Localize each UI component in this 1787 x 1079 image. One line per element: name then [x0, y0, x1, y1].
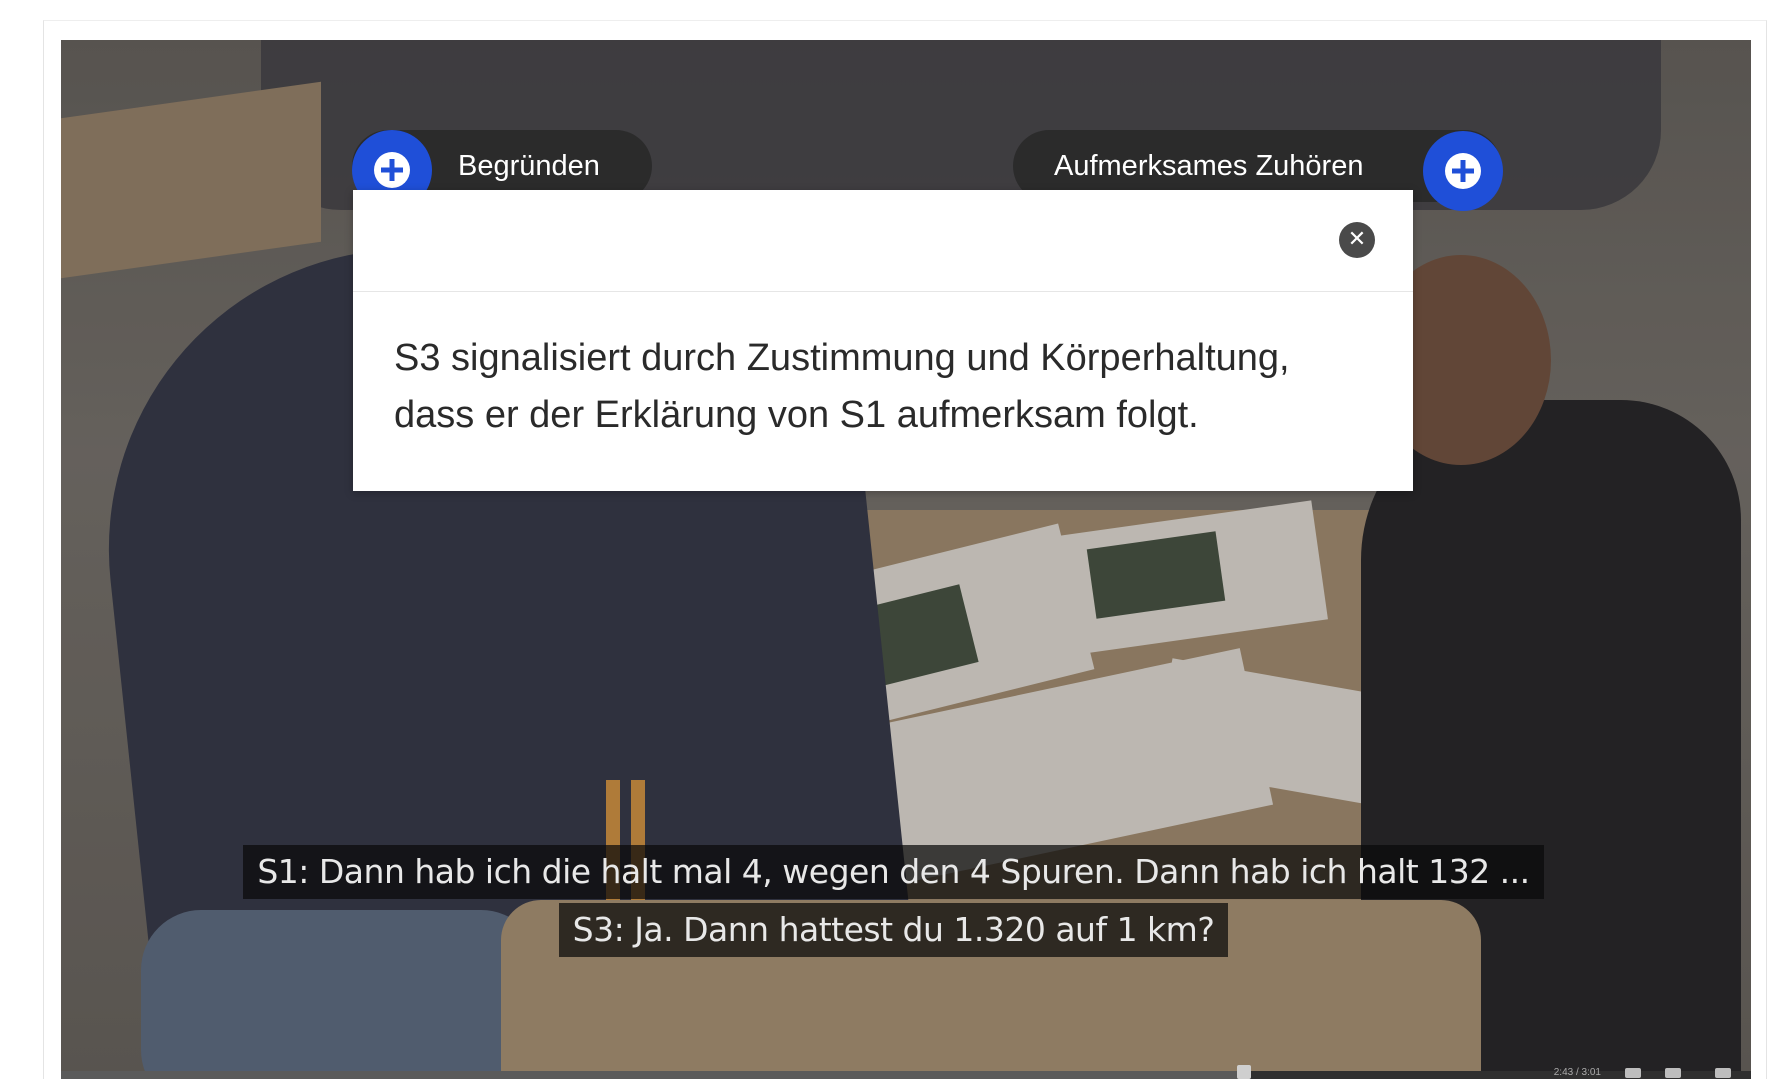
time-display: 2:43 / 3:01	[1553, 1067, 1601, 1078]
plus-circle-icon	[374, 152, 410, 188]
annotation-popup: ✕ S3 signalisiert durch Zustimmung und K…	[353, 190, 1413, 491]
captions-icon[interactable]	[1715, 1068, 1731, 1078]
tag-aufmerksames-zuhoeren-label: Aufmerksames Zuhören	[1054, 149, 1364, 182]
volume-icon[interactable]	[1665, 1068, 1681, 1078]
subtitle-line: S1: Dann hab ich die halt mal 4, wegen d…	[243, 845, 1544, 899]
progress-handle[interactable]	[1237, 1065, 1251, 1079]
close-circle-icon: ✕	[1347, 227, 1367, 252]
popup-text: S3 signalisiert durch Zustimmung und Kör…	[394, 337, 1290, 436]
progress-bar[interactable]	[61, 1071, 1244, 1079]
close-popup-button[interactable]: ✕	[1339, 222, 1375, 258]
video-controls[interactable]: 2:43 / 3:01	[61, 1065, 1751, 1079]
settings-icon[interactable]	[1625, 1068, 1641, 1078]
tag-begruenden-label: Begründen	[458, 149, 600, 182]
add-tag-aufmerksames-zuhoeren-button[interactable]	[1423, 131, 1503, 211]
subtitles: S1: Dann hab ich die halt mal 4, wegen d…	[0, 845, 1787, 961]
plus-circle-icon	[1445, 153, 1481, 189]
subtitle-line: S3: Ja. Dann hattest du 1.320 auf 1 km?	[558, 903, 1229, 957]
popup-header: ✕	[353, 190, 1413, 292]
